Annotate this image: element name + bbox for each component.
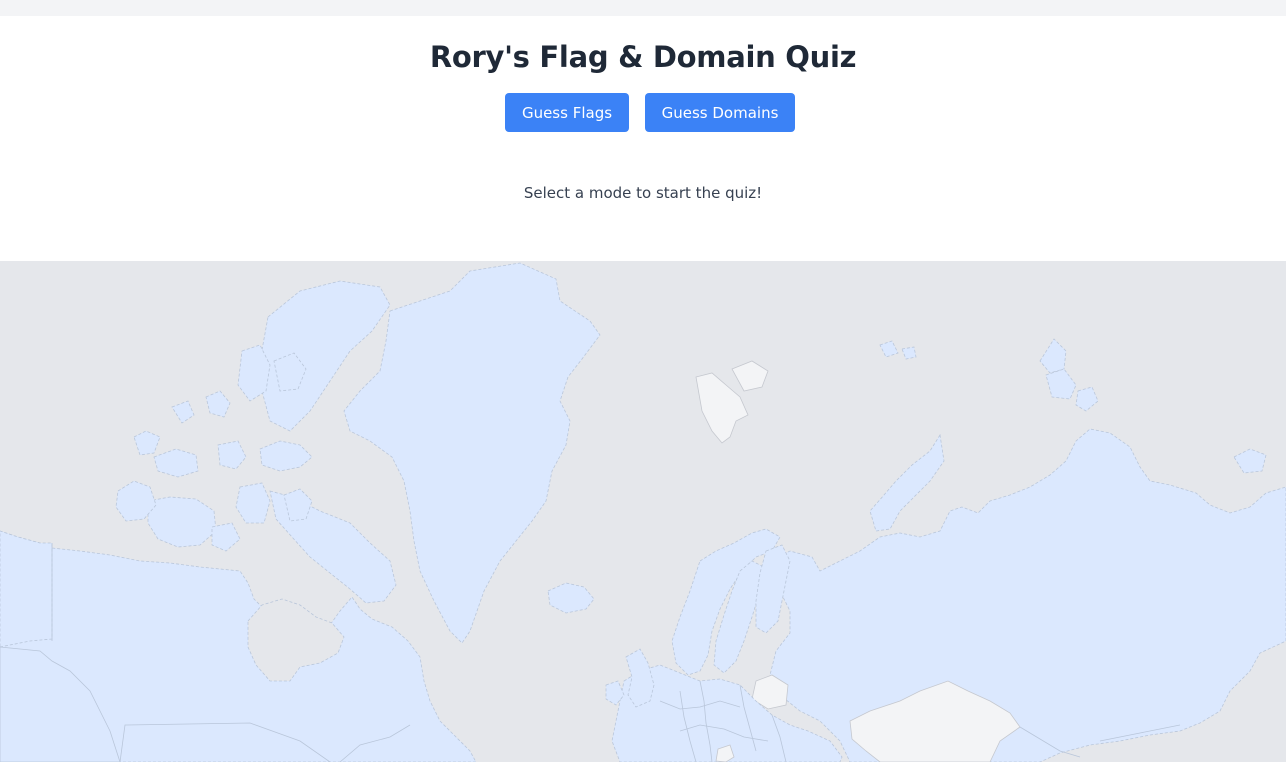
island-franz-josef-2[interactable] [901,346,917,360]
world-map[interactable] [0,261,1286,762]
island-severnaya-3[interactable] [1075,386,1099,412]
island-victoria[interactable] [147,496,217,548]
island-franz-josef[interactable] [879,340,899,358]
island-arctic-3[interactable] [205,390,231,418]
island-wrangel[interactable] [1233,448,1267,474]
guess-flags-button[interactable]: Guess Flags [505,93,629,132]
country-united-states[interactable] [0,530,53,648]
page-title: Rory's Flag & Domain Quiz [429,40,857,74]
island-severnaya[interactable] [1039,338,1067,374]
guess-domains-button[interactable]: Guess Domains [645,93,795,132]
island-arctic-4[interactable] [217,440,247,470]
island-arctic-1[interactable] [133,430,161,456]
island-novaya-zemlya[interactable] [869,433,945,532]
island-arctic-2[interactable] [153,448,199,478]
world-map-svg[interactable] [0,261,1286,762]
island-arctic-10[interactable] [211,522,241,552]
status-message: Select a mode to start the quiz! [523,184,763,202]
island-severnaya-2[interactable] [1045,368,1077,400]
quiz-panel: Rory's Flag & Domain Quiz Guess Flags Gu… [0,16,1286,261]
top-strip [0,0,1286,16]
territory-svalbard-2[interactable] [731,360,769,392]
island-arctic-7[interactable] [171,400,195,424]
island-arctic-8[interactable] [235,482,271,524]
island-devon[interactable] [259,440,313,472]
country-iceland[interactable] [547,582,595,614]
country-russia[interactable] [769,428,1286,762]
